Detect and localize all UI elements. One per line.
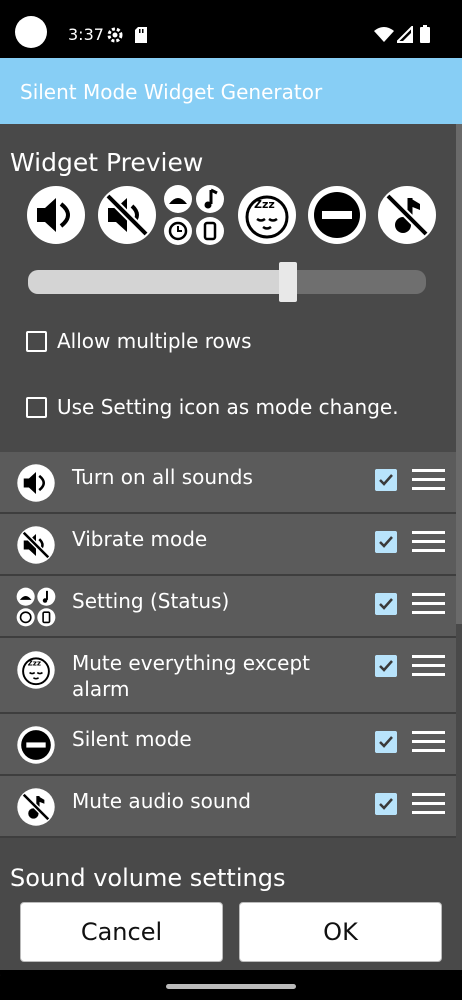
status-time: 3:37 <box>68 25 104 44</box>
drag-handle-icon[interactable] <box>412 593 445 615</box>
ok-button[interactable]: OK <box>239 902 442 962</box>
sound-volume-title: Sound volume settings <box>10 864 286 892</box>
navigation-bar <box>0 970 462 1000</box>
battery-icon <box>420 25 430 43</box>
widget-size-slider[interactable] <box>28 262 426 302</box>
mode-label: Turn on all sounds <box>72 465 253 489</box>
camera-cutout <box>15 16 47 48</box>
vibrate-mute-icon <box>17 526 55 564</box>
sleep-face-icon[interactable]: Zzz <box>236 184 298 246</box>
list-item[interactable]: Setting (Status) <box>0 576 456 638</box>
scrollbar[interactable] <box>456 124 462 624</box>
list-item[interactable]: Vibrate mode <box>0 514 456 576</box>
svg-text:Zzz: Zzz <box>254 198 275 211</box>
slider-thumb[interactable] <box>279 262 297 302</box>
mode-checkbox[interactable] <box>375 593 397 615</box>
widget-preview-title: Widget Preview <box>10 148 204 177</box>
home-gesture-pill[interactable] <box>166 984 296 989</box>
main-content[interactable]: Widget Preview Zzz Allow multiple rows U… <box>0 124 462 900</box>
mode-label: Mute everything except alarm <box>72 651 311 701</box>
silent-minus-icon[interactable] <box>306 184 368 246</box>
app-bar: Silent Mode Widget Generator <box>0 58 462 124</box>
setting-icon-checkbox[interactable] <box>26 396 47 418</box>
phone-screen: 3:37 Silent Mode Widget Generator Widget… <box>0 0 462 1000</box>
multiple-rows-checkbox[interactable] <box>26 330 47 352</box>
sd-card-icon <box>135 27 147 43</box>
music-mute-icon[interactable] <box>376 184 438 246</box>
list-item[interactable]: Turn on all sounds <box>0 452 456 514</box>
speaker-on-icon <box>17 464 55 502</box>
setting-status-icon <box>16 587 56 627</box>
list-item[interactable]: Mute audio sound <box>0 776 456 838</box>
cancel-button[interactable]: Cancel <box>20 902 223 962</box>
status-bar: 3:37 <box>0 0 462 58</box>
gear-icon <box>107 27 123 43</box>
slider-track-filled <box>28 270 287 294</box>
sleep-face-icon: Zzz <box>17 651 55 689</box>
drag-handle-icon[interactable] <box>412 731 445 753</box>
app-title: Silent Mode Widget Generator <box>20 80 323 104</box>
widget-preview-icons: Zzz <box>25 184 445 246</box>
multiple-rows-label: Allow multiple rows <box>57 329 252 353</box>
mode-label: Mute audio sound <box>72 789 251 813</box>
setting-icon-option[interactable]: Use Setting icon as mode change. <box>26 393 399 421</box>
svg-text:Zzz: Zzz <box>28 658 41 667</box>
speaker-on-icon[interactable] <box>25 184 87 246</box>
drag-handle-icon[interactable] <box>412 531 445 553</box>
mode-label: Vibrate mode <box>72 527 208 551</box>
mode-checkbox[interactable] <box>375 469 397 491</box>
setting-icon-label: Use Setting icon as mode change. <box>57 395 399 419</box>
wifi-icon <box>374 27 394 42</box>
music-mute-icon <box>17 788 55 826</box>
mode-label: Silent mode <box>72 727 192 751</box>
vibrate-mute-icon[interactable] <box>96 184 158 246</box>
silent-minus-icon <box>17 726 55 764</box>
list-item[interactable]: Silent mode <box>0 714 456 776</box>
list-item[interactable]: Zzz Mute everything except alarm <box>0 638 456 714</box>
setting-status-icon[interactable] <box>163 184 225 246</box>
drag-handle-icon[interactable] <box>412 655 445 677</box>
mode-checkbox[interactable] <box>375 531 397 553</box>
drag-handle-icon[interactable] <box>412 793 445 815</box>
dialog-button-bar: Cancel OK <box>0 896 462 976</box>
signal-icon <box>397 26 413 43</box>
mode-list: Turn on all sounds Vibrate mode Setting … <box>0 452 456 838</box>
mode-checkbox[interactable] <box>375 731 397 753</box>
mode-label: Setting (Status) <box>72 589 230 613</box>
mode-checkbox[interactable] <box>375 655 397 677</box>
multiple-rows-option[interactable]: Allow multiple rows <box>26 327 252 355</box>
mode-checkbox[interactable] <box>375 793 397 815</box>
slider-track-empty <box>297 270 426 294</box>
drag-handle-icon[interactable] <box>412 469 445 491</box>
